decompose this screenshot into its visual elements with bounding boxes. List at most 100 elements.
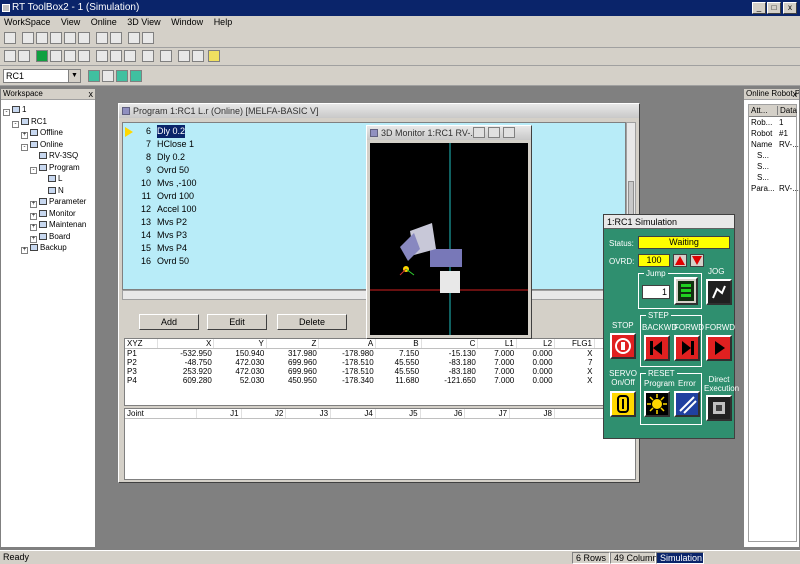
tree-item[interactable]: + Backup xyxy=(3,242,95,254)
doc2-icon[interactable] xyxy=(142,32,154,44)
jog-button[interactable] xyxy=(706,279,732,305)
menu-online[interactable]: Online xyxy=(91,17,117,27)
stop-button[interactable] xyxy=(610,333,636,359)
delete-button[interactable]: Delete xyxy=(277,314,347,330)
joint-column-header[interactable]: J3 xyxy=(285,409,332,419)
save-icon[interactable] xyxy=(4,32,16,44)
table-row[interactable]: P3 253.920 472.030 699.960 -178.510 45.550 -83… xyxy=(125,367,635,376)
expand-icon[interactable]: + xyxy=(21,247,28,254)
joint-column-header[interactable]: J4 xyxy=(330,409,376,419)
list-item[interactable]: S... xyxy=(749,161,796,172)
list-item[interactable]: Robot #1 xyxy=(749,128,796,139)
menu-workspace[interactable]: WorkSpace xyxy=(4,17,50,27)
joint-column-header[interactable]: J8 xyxy=(509,409,555,419)
program-reset-button[interactable] xyxy=(644,391,670,417)
replace-icon[interactable] xyxy=(110,32,122,44)
joint-position-table[interactable]: Joint J1 J2 J3 J4 J5 J6 J7 J8 xyxy=(124,408,636,480)
step-forward-button[interactable] xyxy=(674,335,700,361)
maximize-icon[interactable] xyxy=(488,127,500,138)
jump-input[interactable]: 1 xyxy=(642,285,670,299)
menu-window[interactable]: Window xyxy=(171,17,203,27)
col-attribute[interactable]: Att... xyxy=(751,106,767,115)
xyz-position-table[interactable]: XYZXYZABCL1L2FLG1FLG2P1-532.950150.94031… xyxy=(124,338,636,406)
tree-item[interactable]: -1 xyxy=(3,104,95,116)
menu-3dview[interactable]: 3D View xyxy=(127,17,160,27)
menu-view[interactable]: View xyxy=(61,17,80,27)
redo-icon[interactable] xyxy=(78,32,90,44)
block3-icon[interactable] xyxy=(78,50,90,62)
find-icon[interactable] xyxy=(96,32,108,44)
joint-column-header[interactable]: J6 xyxy=(420,409,466,419)
table-icon[interactable] xyxy=(96,50,108,62)
doc-icon[interactable] xyxy=(128,32,140,44)
copy-icon[interactable] xyxy=(36,32,48,44)
3d-viewport[interactable] xyxy=(370,143,528,335)
list-item[interactable]: Name RV-... xyxy=(749,139,799,150)
tree-item[interactable]: + Parameter xyxy=(3,196,95,208)
paste-icon[interactable] xyxy=(50,32,62,44)
jump-button[interactable] xyxy=(674,277,698,305)
tree-item[interactable]: - RC1 xyxy=(3,116,95,128)
xyz-column-header[interactable]: C xyxy=(421,339,479,349)
ovrd-value[interactable]: 100 xyxy=(638,254,670,267)
print2-icon[interactable] xyxy=(192,50,204,62)
chevron-down-icon[interactable]: ▼ xyxy=(68,70,80,82)
tree-item[interactable]: - Online xyxy=(3,139,95,151)
list-item[interactable]: Rob... 1 xyxy=(749,117,796,128)
xyz-column-header[interactable]: L2 xyxy=(516,339,556,349)
robot-icon[interactable] xyxy=(116,70,128,82)
cut-icon[interactable] xyxy=(22,32,34,44)
table2-icon[interactable] xyxy=(110,50,122,62)
add-button[interactable]: Add xyxy=(139,314,199,330)
close-icon[interactable]: x xyxy=(793,89,798,99)
ovrd-up-button[interactable] xyxy=(673,254,687,267)
joint-column-header[interactable]: Joint xyxy=(125,409,197,419)
tree-item[interactable]: + Maintenan xyxy=(3,219,95,231)
table-row[interactable]: P2 -48.750 472.030 699.960 -178.510 45.550 -83… xyxy=(125,358,635,367)
green-block-icon[interactable] xyxy=(36,50,48,62)
list-item[interactable]: Para... RV-... xyxy=(749,183,799,194)
tree-item[interactable]: + Offline xyxy=(3,127,95,139)
editor-scroll-thumb[interactable] xyxy=(628,181,634,215)
list-item[interactable]: S... xyxy=(749,150,796,161)
joint-column-header[interactable]: J2 xyxy=(241,409,287,419)
minimize-icon[interactable] xyxy=(473,127,485,138)
xyz-column-header[interactable]: FLG1 xyxy=(554,339,595,349)
tree-item[interactable]: - Program xyxy=(3,162,95,174)
forward-continuous-button[interactable] xyxy=(706,335,732,361)
xyz-column-header[interactable]: A xyxy=(318,339,377,349)
table-row[interactable]: P4 609.280 52.030 450.950 -178.340 11.680 -121… xyxy=(125,376,635,385)
joint-column-header[interactable]: J5 xyxy=(375,409,421,419)
xyz-column-header[interactable]: X xyxy=(157,339,215,349)
robot-select[interactable]: RC1 ▼ xyxy=(3,69,81,83)
servo-button[interactable] xyxy=(610,391,636,417)
window-icon[interactable] xyxy=(142,50,154,62)
connect-icon[interactable] xyxy=(88,70,100,82)
list-item[interactable]: S... xyxy=(749,172,796,183)
tree-item[interactable]: RV-3SQ xyxy=(3,150,95,162)
tree-item[interactable]: + Board xyxy=(3,231,95,243)
minimize-button[interactable]: _ xyxy=(752,2,766,14)
help-icon[interactable] xyxy=(208,50,220,62)
calc-icon[interactable] xyxy=(160,50,172,62)
table3-icon[interactable] xyxy=(124,50,136,62)
block-icon[interactable] xyxy=(50,50,62,62)
xyz-column-header[interactable]: Y xyxy=(213,339,267,349)
xyz-column-header[interactable]: B xyxy=(375,339,422,349)
maximize-button[interactable]: □ xyxy=(767,2,781,14)
tree-item[interactable]: N xyxy=(3,185,95,197)
undo-icon[interactable] xyxy=(64,32,76,44)
sim-icon[interactable] xyxy=(130,70,142,82)
print-icon[interactable] xyxy=(4,50,16,62)
edit-button[interactable]: Edit xyxy=(207,314,267,330)
close-button[interactable]: x xyxy=(783,2,797,14)
ovrd-down-button[interactable] xyxy=(690,254,704,267)
tool-icon[interactable] xyxy=(178,50,190,62)
menu-help[interactable]: Help xyxy=(214,17,233,27)
monitor-icon[interactable] xyxy=(102,70,114,82)
block2-icon[interactable] xyxy=(64,50,76,62)
step-backward-button[interactable] xyxy=(644,335,670,361)
close-icon[interactable] xyxy=(503,127,515,138)
xyz-column-header[interactable]: XYZ xyxy=(125,339,158,349)
close-icon[interactable]: x xyxy=(89,89,94,99)
